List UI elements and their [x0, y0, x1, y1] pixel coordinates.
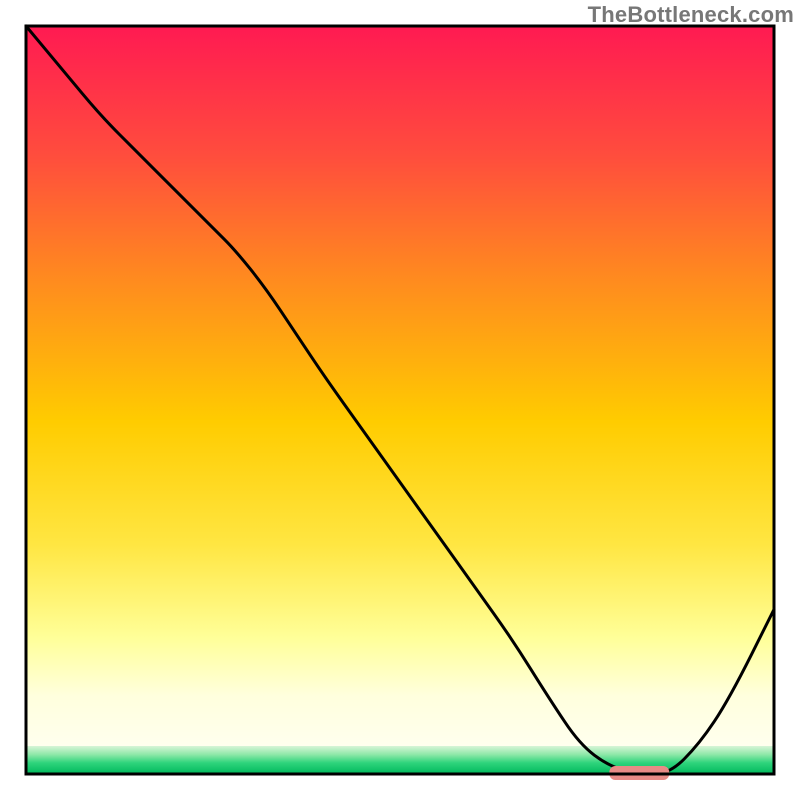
gradient-background	[26, 26, 774, 746]
watermark-text: TheBottleneck.com	[588, 2, 794, 28]
bottleneck-chart	[0, 0, 800, 800]
plot-area	[26, 26, 774, 780]
chart-container: TheBottleneck.com	[0, 0, 800, 800]
